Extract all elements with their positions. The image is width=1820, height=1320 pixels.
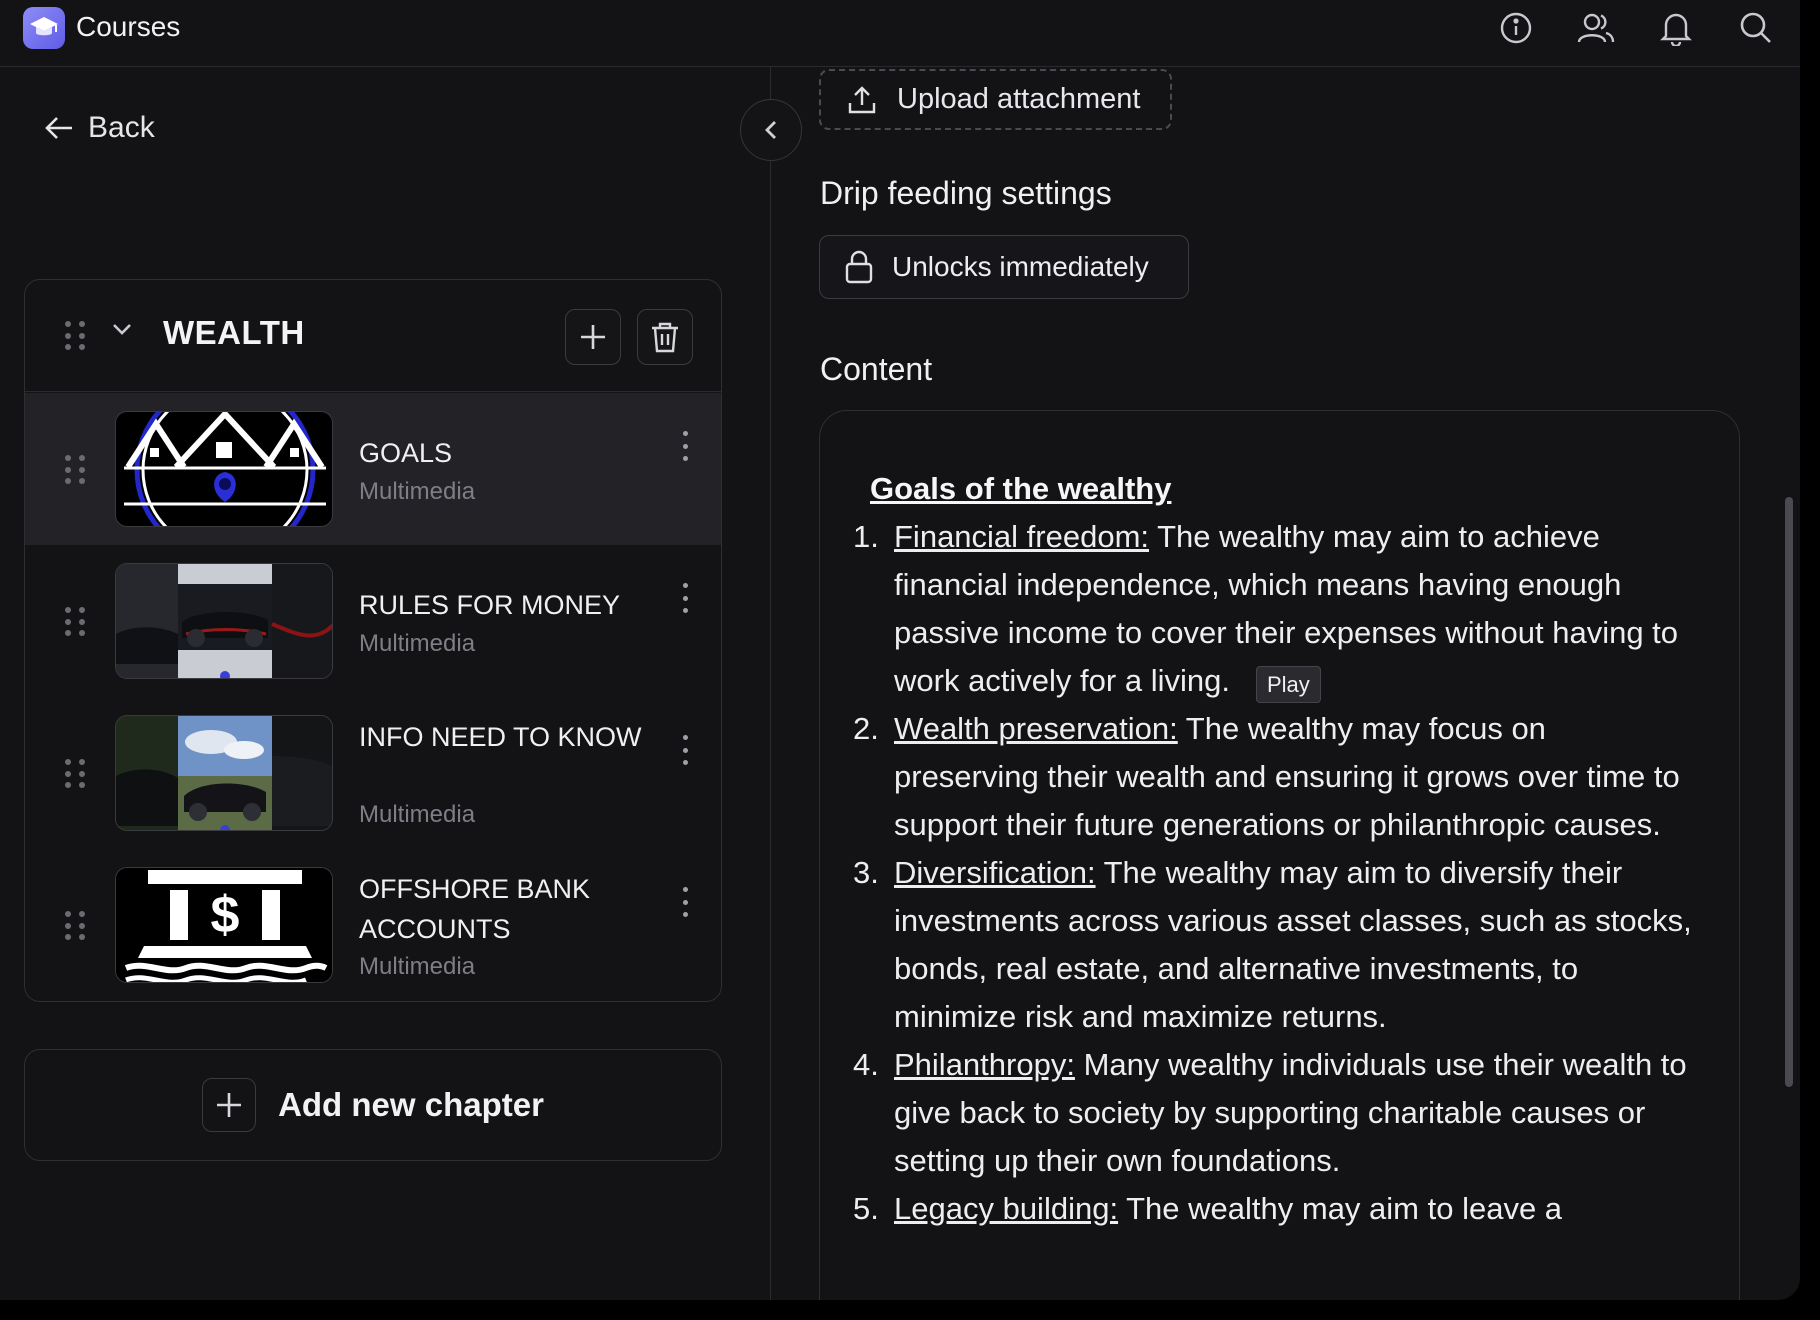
users-icon[interactable] xyxy=(1574,6,1618,50)
lesson-item-rules-for-money[interactable]: RULES FOR MONEY Multimedia xyxy=(25,545,721,697)
document-title: Goals of the wealthy xyxy=(870,471,1172,506)
add-new-chapter-button[interactable]: Add new chapter xyxy=(24,1049,722,1161)
lesson-thumbnail xyxy=(115,563,333,679)
lesson-type: Multimedia xyxy=(359,478,476,505)
lesson-thumbnail xyxy=(115,411,333,527)
lesson-item-info-need-to-know[interactable]: INFO NEED TO KNOW Multimedia xyxy=(25,697,721,849)
goals-list: 1. Financial freedom: The wealthy may aim… xyxy=(853,513,1699,1233)
unlock-label: Unlocks immediately xyxy=(892,251,1149,282)
play-tooltip: Play xyxy=(1256,666,1321,703)
list-item: 2. Wealth preservation: The wealthy may f… xyxy=(853,711,1680,842)
more-options-icon[interactable] xyxy=(675,431,695,461)
graduation-cap-icon xyxy=(23,7,65,49)
lesson-title: OFFSHORE BANK ACCOUNTS xyxy=(359,874,591,944)
more-options-icon[interactable] xyxy=(675,735,695,765)
collapse-sidebar-button[interactable] xyxy=(740,99,802,161)
chevron-left-icon xyxy=(765,121,776,139)
app-window: Courses Back WEALTH GOALS Multimedia RUL… xyxy=(0,0,1800,1300)
lesson-title: GOALS xyxy=(359,438,453,468)
arrow-left-icon xyxy=(45,117,72,139)
drip-feeding-heading: Drip feeding settings xyxy=(820,175,1112,211)
lesson-thumbnail: $ xyxy=(115,867,333,983)
bell-icon[interactable] xyxy=(1654,6,1698,50)
list-item: 5. Legacy building: The wealthy may aim t… xyxy=(853,1191,1563,1226)
search-icon[interactable] xyxy=(1734,6,1778,50)
drag-handle-icon[interactable] xyxy=(65,607,85,637)
lesson-title: INFO NEED TO KNOW xyxy=(359,722,642,752)
drag-handle-icon[interactable] xyxy=(65,911,85,941)
lesson-item-offshore-bank-accounts[interactable]: $ OFFSHORE BANK ACCOUNTS Multimedia xyxy=(25,849,721,1001)
upload-label: Upload attachment xyxy=(897,83,1141,115)
plus-icon xyxy=(202,1078,257,1132)
delete-chapter-button[interactable] xyxy=(637,309,693,365)
scrollbar-thumb[interactable] xyxy=(1785,497,1793,1087)
top-bar: Courses xyxy=(0,0,1800,67)
plus-icon xyxy=(581,325,605,349)
chapter-card: WEALTH GOALS Multimedia RULES FOR MONEY … xyxy=(24,279,722,1002)
trash-icon xyxy=(652,322,678,353)
course-outline-panel: Back WEALTH GOALS Multimedia RULES FOR M… xyxy=(0,67,771,1300)
lesson-type: Multimedia xyxy=(359,953,476,980)
upload-attachment-button[interactable]: Upload attachment xyxy=(819,69,1172,130)
drag-handle-icon[interactable] xyxy=(65,759,85,789)
unlock-setting-button[interactable]: Unlocks immediately xyxy=(819,235,1189,299)
content-heading: Content xyxy=(820,351,933,387)
app-title: Courses xyxy=(76,11,181,42)
chapter-header: WEALTH xyxy=(25,280,721,392)
chevron-down-icon[interactable] xyxy=(111,322,133,341)
list-item: 4. Philanthropy: Many wealthy individuals… xyxy=(853,1047,1687,1178)
add-lesson-button[interactable] xyxy=(565,309,621,365)
list-item: 3. Diversification: The wealthy may aim t… xyxy=(853,855,1692,1034)
lock-icon xyxy=(845,250,873,284)
drag-handle-icon[interactable] xyxy=(65,455,85,485)
lesson-type: Multimedia xyxy=(359,801,476,828)
more-options-icon[interactable] xyxy=(675,887,695,917)
drag-handle-icon[interactable] xyxy=(65,321,85,351)
chapter-title: WEALTH xyxy=(163,314,305,351)
svg-text:$: $ xyxy=(211,886,240,944)
back-label: Back xyxy=(88,111,155,144)
lesson-thumbnail xyxy=(115,715,333,831)
lesson-item-goals[interactable]: GOALS Multimedia xyxy=(25,393,721,545)
content-editor[interactable]: Goals of the wealthy 1. Financial freedom… xyxy=(819,410,1740,1300)
upload-icon xyxy=(848,85,876,113)
more-options-icon[interactable] xyxy=(675,583,695,613)
scrollbar[interactable] xyxy=(1782,67,1796,1300)
lesson-type: Multimedia xyxy=(359,630,476,657)
back-button[interactable]: Back xyxy=(44,111,155,145)
add-chapter-label: Add new chapter xyxy=(278,1086,544,1123)
lesson-title: RULES FOR MONEY xyxy=(359,590,621,620)
info-icon[interactable] xyxy=(1494,6,1538,50)
